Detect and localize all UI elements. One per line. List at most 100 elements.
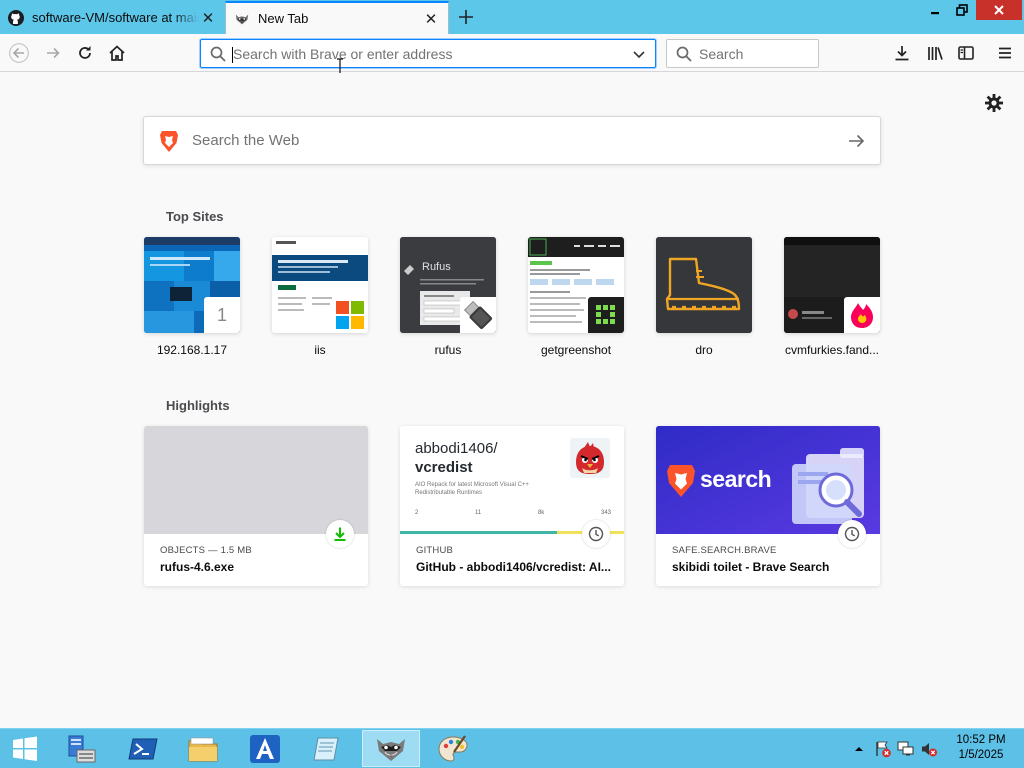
highlight-card[interactable]: search SAFE.SEARCH.BRAVE skibidi toilet …: [656, 426, 880, 586]
home-icon: [109, 45, 125, 61]
stars-stat: 8k: [537, 510, 545, 516]
notepad-icon: [313, 737, 339, 760]
app-a-taskbar-button[interactable]: [236, 730, 294, 767]
server-manager-icon: [68, 735, 96, 762]
network-tray-icon[interactable]: [897, 740, 915, 758]
chevron-down-icon[interactable]: [631, 46, 647, 62]
clock-time: 10:52 PM: [956, 734, 1006, 746]
new-tab-button[interactable]: [452, 4, 480, 30]
minimize-icon: [930, 12, 939, 15]
library-button[interactable]: [920, 38, 950, 68]
github-icon: [8, 9, 24, 26]
start-button[interactable]: [0, 730, 50, 767]
download-icon: [326, 520, 354, 548]
top-site-tile[interactable]: iis: [272, 237, 368, 357]
highlight-preview: [144, 426, 368, 534]
top-site-label: getgreenshot: [540, 343, 612, 357]
top-site-tile[interactable]: Rufus rufus: [400, 237, 496, 357]
github-preview-description: AIO Repack for latest Microsoft Visual C…: [415, 482, 529, 496]
search-bar[interactable]: Search: [666, 39, 819, 68]
show-hidden-icons-button[interactable]: [850, 740, 868, 758]
reload-button[interactable]: [70, 38, 100, 68]
back-button[interactable]: [4, 38, 34, 68]
volume-tray-icon[interactable]: [920, 740, 938, 758]
arrow-right-icon[interactable]: [846, 131, 866, 151]
tab-title: New Tab: [258, 11, 309, 26]
top-site-tile[interactable]: getgreenshot: [528, 237, 624, 357]
close-tab-icon[interactable]: ✕: [422, 10, 440, 28]
address-bar-placeholder: Search with Brave or enter address: [232, 46, 631, 63]
highlight-card[interactable]: OBJECTS — 1.5 MB rufus-4.6.exe: [144, 426, 368, 586]
clock-icon: [582, 520, 610, 548]
restore-button[interactable]: [948, 0, 975, 20]
github-preview-owner: abbodi1406/: [415, 440, 498, 457]
site-thumbnail: Rufus: [400, 237, 496, 333]
forward-button[interactable]: [38, 38, 68, 68]
network-icon: [897, 741, 914, 756]
top-site-label: iis: [314, 343, 326, 357]
fandom-logo-icon: [844, 297, 880, 333]
menu-button[interactable]: [990, 38, 1020, 68]
server-manager-taskbar-button[interactable]: [52, 730, 110, 767]
site-thumbnail: [656, 237, 752, 333]
highlight-title: GitHub - abbodi1406/vcredist: AI...: [416, 560, 611, 574]
site-thumbnail: [272, 237, 368, 333]
browser-taskbar-button[interactable]: [362, 730, 420, 767]
top-site-tile[interactable]: cvmfurkies.fand...: [784, 237, 880, 357]
new-tab-page: Search the Web Top Sites 1 192.168.1.17: [0, 73, 1024, 728]
paint-taskbar-button[interactable]: [424, 730, 482, 767]
greenshot-logo-icon: [588, 297, 624, 333]
tile-badge: 1: [204, 297, 240, 333]
folder-icon: [188, 737, 218, 761]
highlight-preview: search: [656, 426, 880, 534]
file-explorer-taskbar-button[interactable]: [174, 730, 232, 767]
github-preview-repo: vcredist: [415, 459, 473, 476]
search-icon: [676, 46, 692, 62]
download-icon: [895, 46, 909, 61]
forward-arrow-icon: [47, 47, 60, 59]
raccoon-icon: [234, 11, 250, 27]
usb-drive-icon: [460, 297, 496, 333]
taskbar-clock[interactable]: 10:52 PM 1/5/2025: [950, 733, 1012, 763]
highlight-context: SAFE.SEARCH.BRAVE: [672, 545, 777, 556]
raccoon-icon: [377, 738, 405, 761]
issues-stat: 11: [475, 510, 482, 516]
powershell-taskbar-button[interactable]: [114, 730, 172, 767]
paint-palette-icon: [438, 734, 468, 762]
highlight-context: OBJECTS — 1.5 MB: [160, 545, 252, 556]
site-thumbnail: [784, 237, 880, 333]
security-alert-tray-icon[interactable]: [874, 740, 892, 758]
search-bar-placeholder: Search: [699, 45, 744, 62]
home-button[interactable]: [102, 38, 132, 68]
forks-stat: 343: [600, 510, 611, 516]
tab-github[interactable]: software-VM/software at main ✕: [0, 2, 225, 33]
address-bar[interactable]: Search with Brave or enter address: [200, 39, 656, 68]
highlight-title: skibidi toilet - Brave Search: [672, 560, 830, 574]
angry-bird-avatar: [570, 438, 610, 478]
top-site-label: cvmfurkies.fand...: [784, 343, 880, 357]
close-tab-icon[interactable]: ✕: [199, 9, 217, 27]
downloads-button[interactable]: [887, 38, 917, 68]
top-sites-heading: Top Sites: [166, 209, 224, 224]
gear-icon[interactable]: [984, 93, 1004, 113]
top-site-label: 192.168.1.17: [156, 343, 228, 357]
navigation-toolbar: Search with Brave or enter address Searc…: [0, 34, 1024, 72]
tab-new-tab[interactable]: New Tab ✕: [225, 1, 449, 34]
sidebar-button[interactable]: [951, 38, 981, 68]
site-thumbnail: 1: [144, 237, 240, 333]
powershell-icon: [128, 738, 158, 759]
highlight-card[interactable]: abbodi1406/ vcredist AIO Repack for late…: [400, 426, 624, 586]
web-search-placeholder: Search the Web: [192, 132, 300, 149]
web-search-box[interactable]: Search the Web: [143, 116, 881, 165]
site-thumbnail: [528, 237, 624, 333]
close-window-button[interactable]: [976, 0, 1022, 20]
top-site-tile[interactable]: dro: [656, 237, 752, 357]
brave-search-brand-text: search: [700, 466, 772, 492]
library-icon: [928, 47, 943, 60]
notepad-taskbar-button[interactable]: [298, 730, 356, 767]
boot-icon: [656, 237, 752, 333]
minimize-button[interactable]: [921, 0, 948, 20]
top-site-tile[interactable]: 1 192.168.1.17: [144, 237, 240, 357]
windows-logo-icon: [13, 736, 37, 761]
highlight-context: GITHUB: [416, 545, 454, 556]
